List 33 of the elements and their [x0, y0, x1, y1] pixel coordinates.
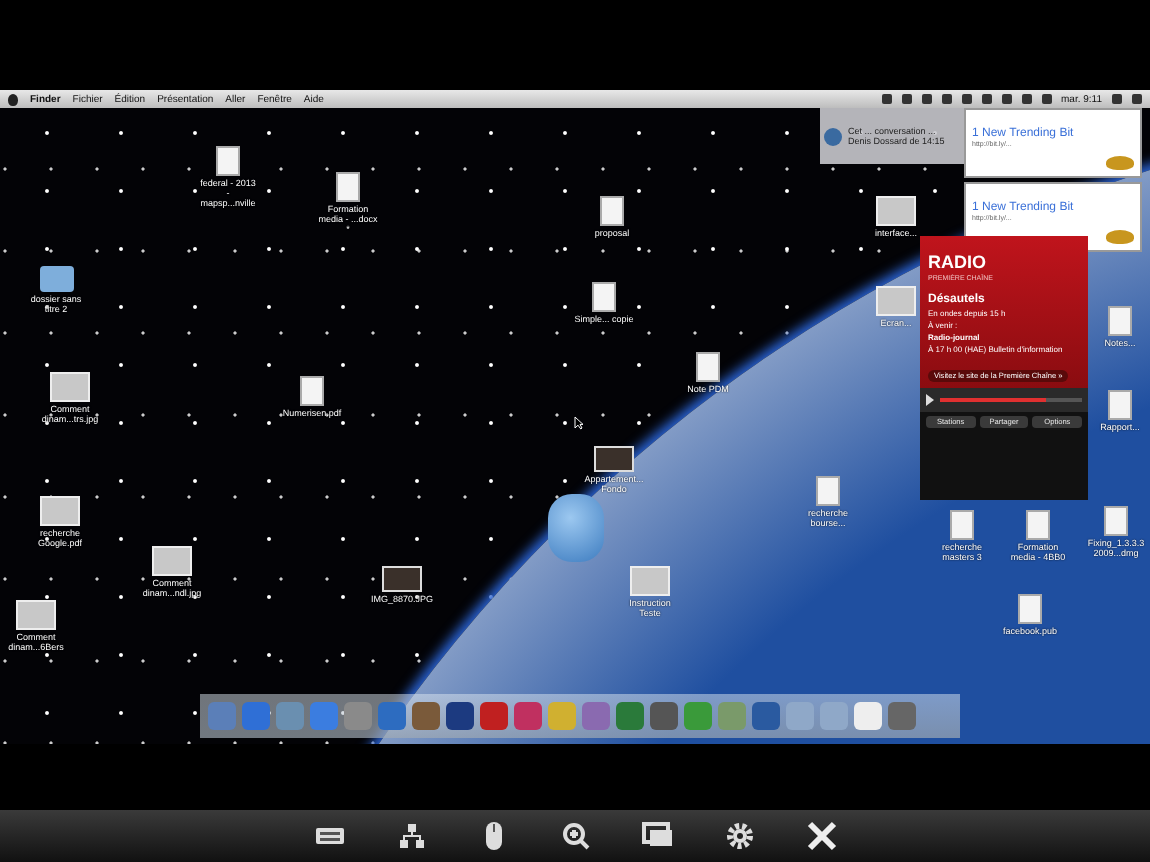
- document-icon[interactable]: [950, 510, 974, 540]
- image-file-icon[interactable]: [50, 372, 90, 402]
- zoom-icon[interactable]: [559, 820, 591, 852]
- image-file-icon[interactable]: [630, 566, 670, 596]
- document-icon[interactable]: [1108, 306, 1132, 336]
- settings-icon[interactable]: [723, 820, 755, 852]
- app-icon[interactable]: [548, 494, 604, 562]
- document-icon[interactable]: [1026, 510, 1050, 540]
- document-icon[interactable]: [1018, 594, 1042, 624]
- photo-file-icon[interactable]: [382, 566, 422, 592]
- screens-icon[interactable]: [641, 820, 673, 852]
- photo-file-icon[interactable]: [594, 446, 634, 472]
- avatar-icon: [824, 127, 842, 145]
- document-icon[interactable]: [592, 282, 616, 312]
- document-icon[interactable]: [600, 196, 624, 226]
- image-file-icon[interactable]: [16, 600, 56, 630]
- document-icon[interactable]: [1108, 390, 1132, 420]
- network-icon[interactable]: [395, 820, 427, 852]
- document-icon[interactable]: [336, 172, 360, 202]
- document-icon[interactable]: [300, 376, 324, 406]
- close-icon[interactable]: [805, 820, 837, 852]
- image-file-icon[interactable]: [876, 286, 916, 316]
- cursor-icon: [574, 416, 584, 430]
- folder-icon[interactable]: [39, 266, 73, 292]
- document-icon[interactable]: [696, 352, 720, 382]
- document-icon[interactable]: [816, 476, 840, 506]
- apple-icon[interactable]: [8, 93, 18, 105]
- radio-logo: RADIO: [928, 252, 988, 272]
- document-icon[interactable]: [216, 146, 240, 176]
- image-file-icon[interactable]: [152, 546, 192, 576]
- image-file-icon[interactable]: [40, 496, 80, 526]
- image-file-icon[interactable]: [876, 196, 916, 226]
- document-icon[interactable]: [1104, 506, 1128, 536]
